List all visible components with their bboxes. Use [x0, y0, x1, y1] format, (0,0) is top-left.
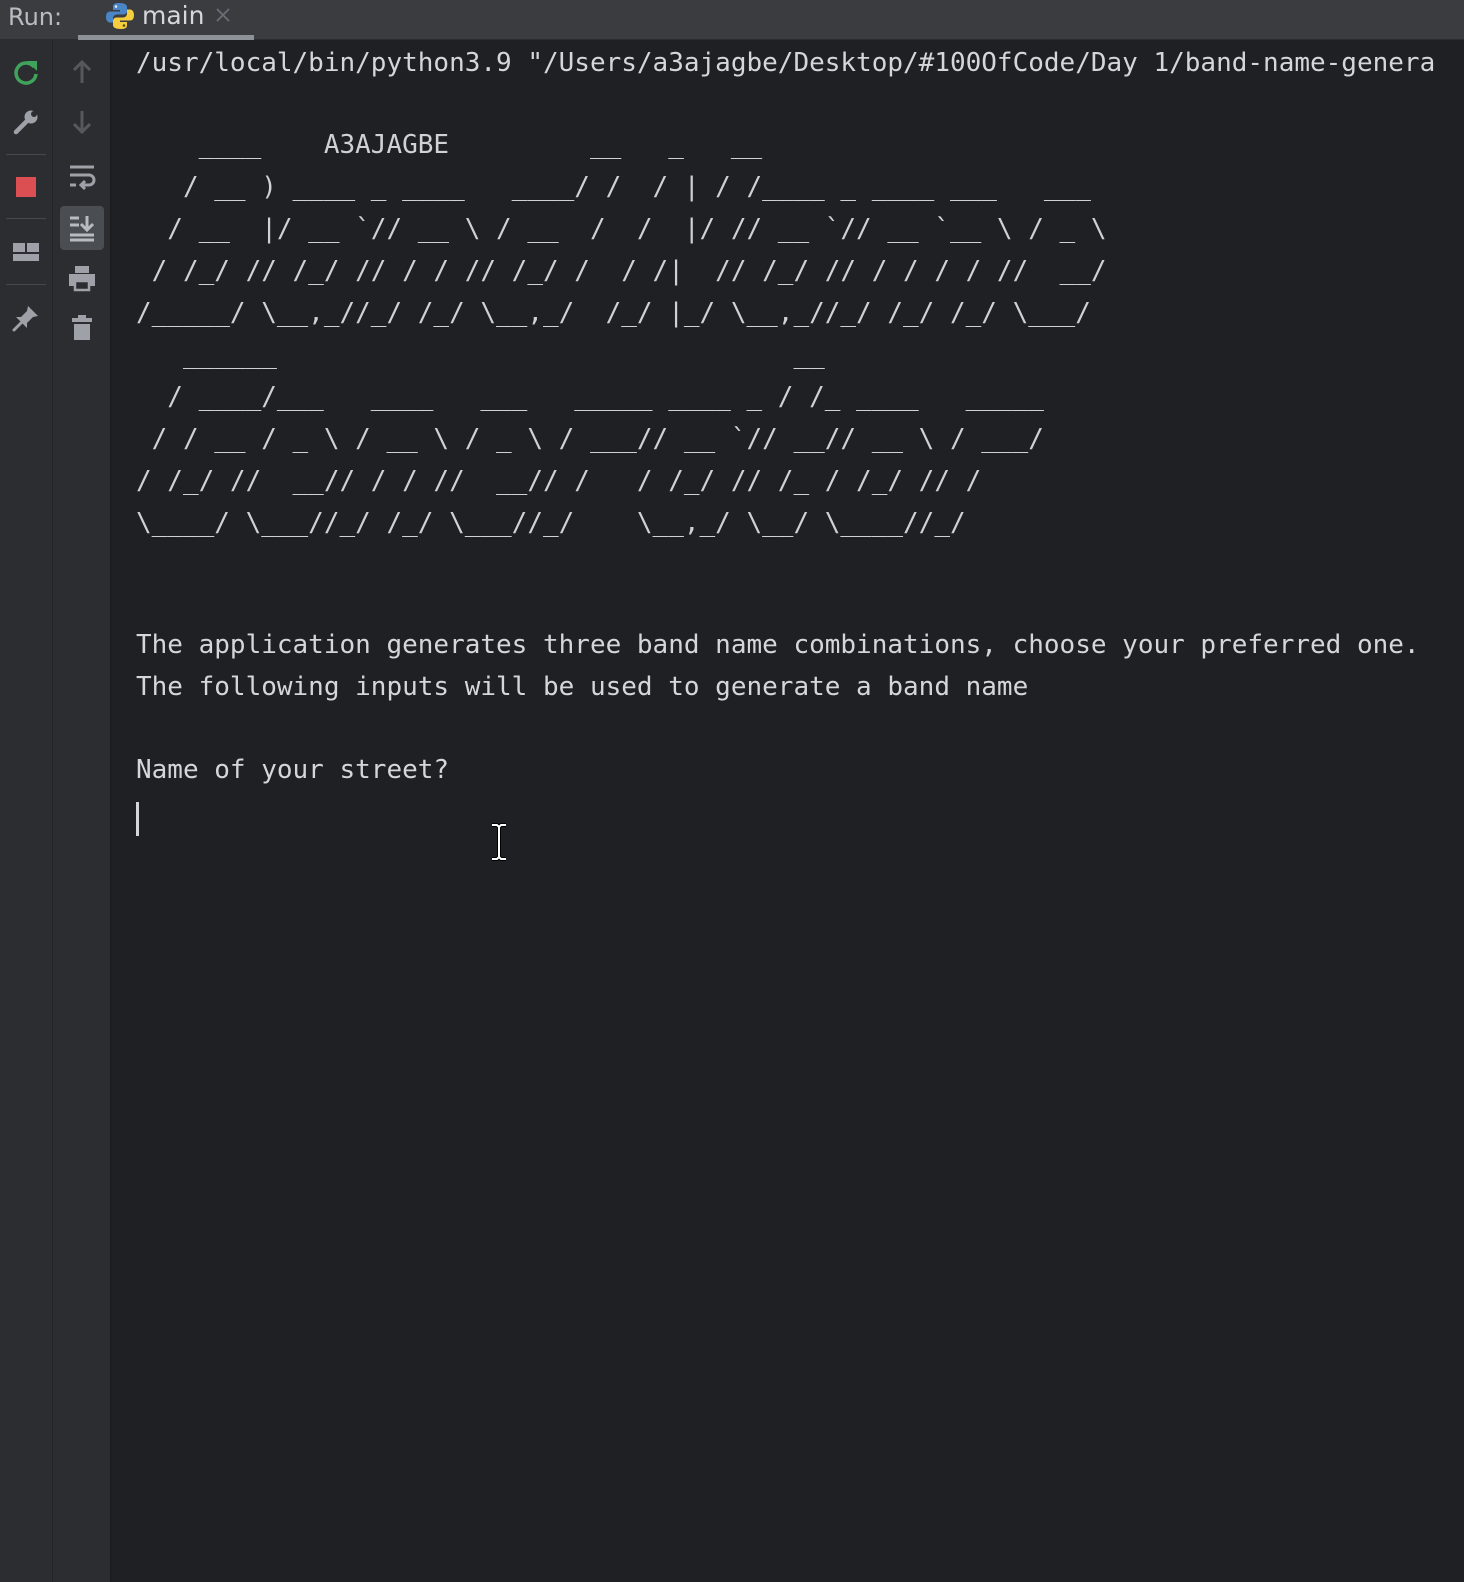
stop-icon	[13, 174, 39, 200]
ascii-art-line: / / __ / _ \ / __ \ / _ \ / ___// __ `//…	[136, 424, 1044, 454]
ascii-art-line: ____ A3AJAGBE __ _ __	[136, 130, 763, 160]
ascii-art-line: / ____/___ ____ ___ _____ ____ _ / /_ __…	[136, 382, 1044, 412]
previous-occurrence-button[interactable]	[62, 52, 102, 92]
command-line: /usr/local/bin/python3.9 "/Users/a3ajagb…	[136, 48, 1436, 78]
input-prompt: Name of your street?	[136, 755, 450, 785]
pin-icon	[11, 303, 41, 333]
pin-tab-button[interactable]	[6, 298, 46, 338]
scroll-to-end-button[interactable]	[60, 206, 104, 250]
text-caret[interactable]	[136, 802, 139, 836]
layout-button[interactable]	[6, 232, 46, 272]
run-label: Run:	[8, 3, 63, 31]
print-button[interactable]	[62, 258, 102, 298]
down-arrow-icon	[68, 108, 96, 136]
settings-wrench-icon	[11, 107, 41, 137]
rerun-icon	[11, 57, 41, 87]
console-output[interactable]: /usr/local/bin/python3.9 "/Users/a3ajagb…	[111, 40, 1464, 1582]
tab-main[interactable]: main	[78, 0, 254, 40]
intro-line: The following inputs will be used to gen…	[136, 672, 1029, 702]
print-icon	[67, 263, 97, 293]
tab-main-label: main	[142, 1, 205, 30]
ascii-art-line: ______ __	[136, 340, 825, 370]
ibeam-cursor-icon	[488, 822, 510, 862]
stop-button[interactable]	[6, 167, 46, 207]
ascii-art-line: / /_/ // /_/ // / / // /_/ / / /| // /_/…	[136, 256, 1107, 286]
soft-wrap-button[interactable]	[62, 156, 102, 196]
run-tab-bar: Run: main	[0, 0, 1464, 40]
scroll-to-end-icon	[67, 213, 97, 243]
layout-icon	[11, 237, 41, 267]
soft-wrap-icon	[67, 161, 97, 191]
rerun-button[interactable]	[6, 52, 46, 92]
ascii-art-line: \____/ \___//_/ /_/ \___//_/ \__,_/ \__/…	[136, 508, 966, 538]
run-tool-window: Run: main /usr/local/bin/python3.9 "/Use…	[0, 0, 1464, 1582]
run-toolbar-primary	[0, 40, 53, 1582]
next-occurrence-button[interactable]	[62, 102, 102, 142]
ascii-art-line: /_____/ \__,_//_/ /_/ \__,_/ /_/ |_/ \__…	[136, 298, 1091, 328]
ascii-art-line: / /_/ // __// / / // __// / / /_/ // /_ …	[136, 466, 982, 496]
close-icon[interactable]	[215, 7, 231, 23]
run-toolbar-secondary	[53, 40, 111, 1582]
ascii-art-line: / __ ) ____ _ ____ ____/ / / | / /____ _…	[136, 172, 1091, 202]
trash-icon	[67, 313, 97, 343]
up-arrow-icon	[68, 58, 96, 86]
intro-line: The application generates three band nam…	[136, 630, 1420, 660]
python-icon	[105, 2, 135, 30]
settings-button[interactable]	[6, 102, 46, 142]
ascii-art-line: / __ |/ __ `// __ \ / __ / / |/ // __ `/…	[136, 214, 1107, 244]
clear-all-button[interactable]	[62, 308, 102, 348]
